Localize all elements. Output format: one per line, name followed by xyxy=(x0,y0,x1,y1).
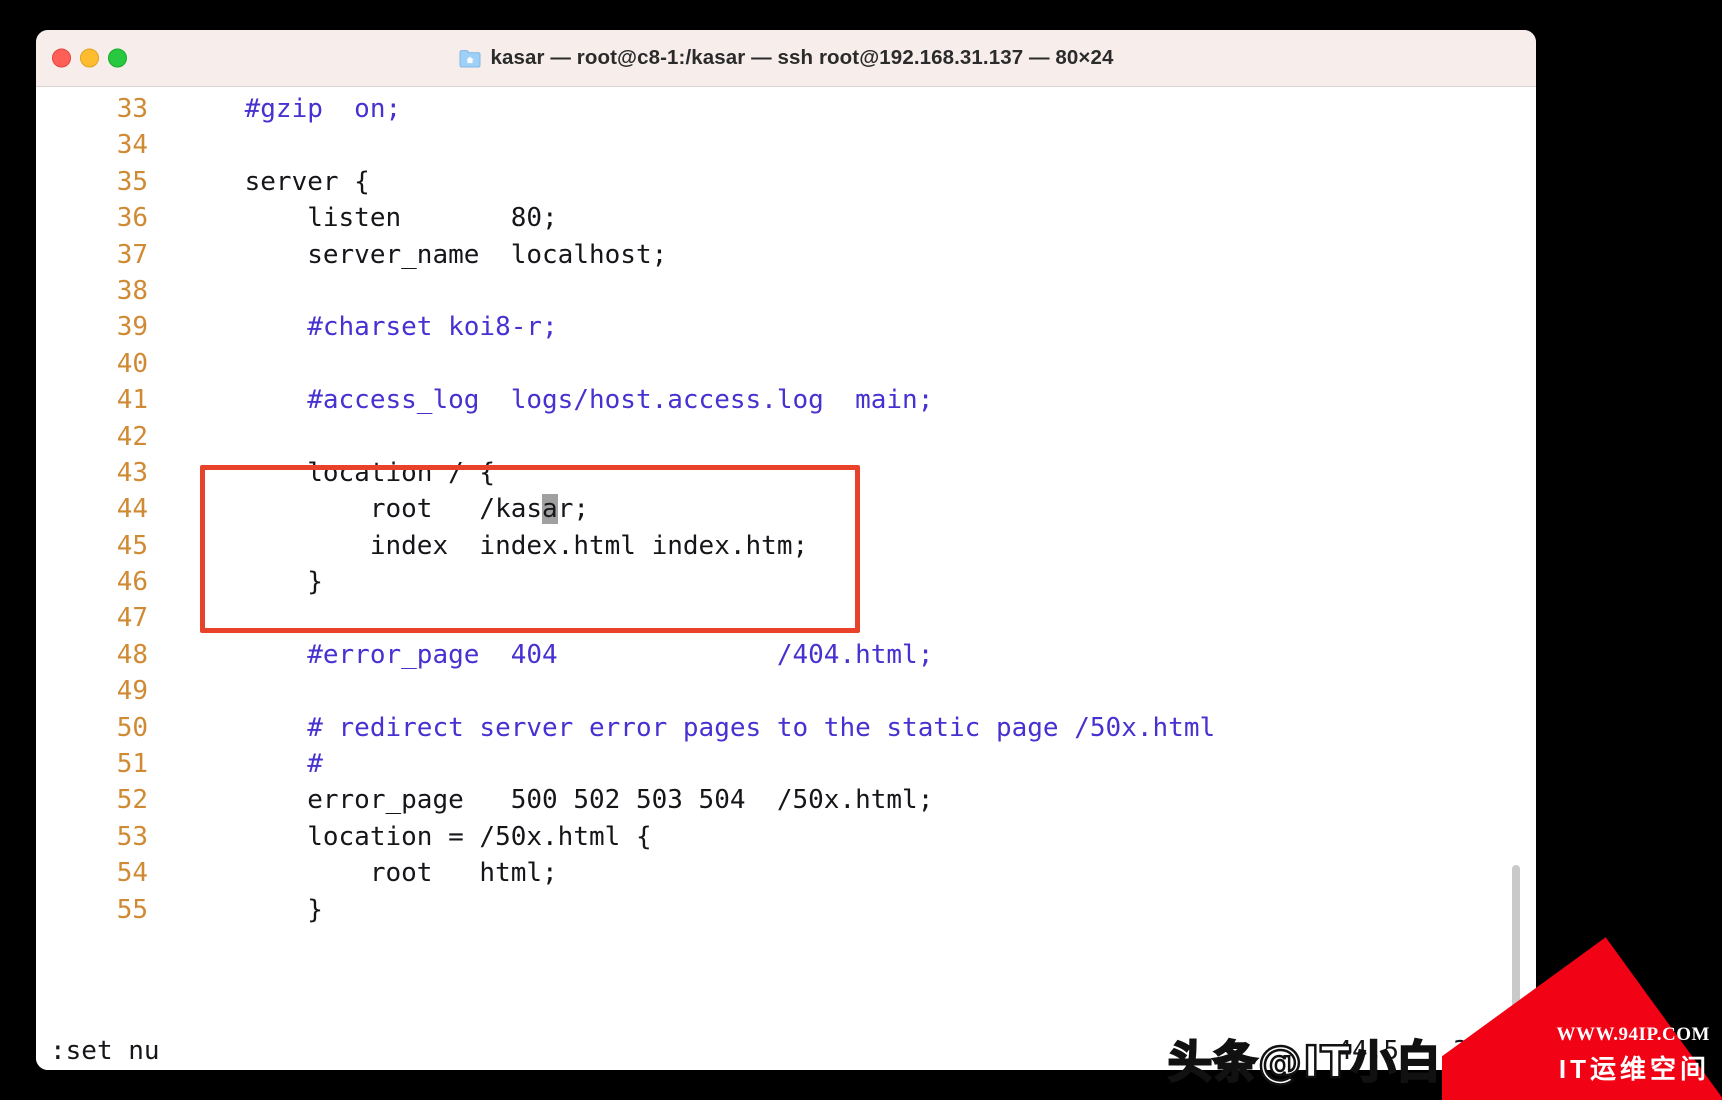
code-text: index index.html index.htm; xyxy=(182,530,809,561)
code-line: 40 xyxy=(36,346,1536,382)
code-line: 46 } xyxy=(36,564,1536,600)
code-line: 37 server_name localhost; xyxy=(36,237,1536,273)
code-text: #gzip on; xyxy=(182,94,402,124)
line-number: 48 xyxy=(116,639,148,670)
close-window-button[interactable] xyxy=(52,48,71,68)
vim-scroll-percent: 34% xyxy=(1453,1036,1500,1066)
vim-command-text: :set nu xyxy=(50,1036,160,1066)
line-number: 40 xyxy=(116,348,148,379)
vim-cursor-position: 44,5 xyxy=(1336,1036,1400,1066)
code-text: location = /50x.html { xyxy=(182,821,652,852)
code-line: 55 } xyxy=(36,892,1536,928)
maximize-window-button[interactable] xyxy=(108,48,127,68)
line-number: 38 xyxy=(116,275,148,306)
code-text: #error_page 404 /404.html; xyxy=(182,639,934,670)
code-line: 48 #error_page 404 /404.html; xyxy=(36,637,1536,673)
window-title-bar[interactable]: kasar — root@c8-1:/kasar — ssh root@192.… xyxy=(36,30,1536,87)
code-line: 38 xyxy=(36,273,1536,309)
line-number: 47 xyxy=(116,603,148,634)
line-number: 34 xyxy=(116,130,148,161)
terminal-code-area[interactable]: 33 #gzip on; 34 35 server {36 listen 80; 37… xyxy=(36,87,1536,1070)
code-line: 45 index index.html index.htm; xyxy=(36,528,1536,564)
line-number: 53 xyxy=(116,821,148,852)
code-text: listen 80; xyxy=(182,203,558,234)
line-number: 43 xyxy=(116,457,148,488)
line-number: 54 xyxy=(116,858,148,889)
code-text: } xyxy=(182,894,323,925)
code-line: 42 xyxy=(36,419,1536,455)
code-text: root html; xyxy=(182,858,558,889)
line-number: 55 xyxy=(116,894,148,925)
badge-brand-name: IT运维空间 xyxy=(1558,1054,1710,1084)
line-number: 52 xyxy=(116,785,148,816)
code-text: } xyxy=(182,567,323,598)
badge-site-url: WWW.94IP.COM xyxy=(1556,1024,1710,1045)
code-text: #access_log logs/host.access.log main; xyxy=(182,385,934,416)
line-number: 39 xyxy=(116,312,148,343)
line-number: 42 xyxy=(116,421,148,452)
code-text: root /kasar; xyxy=(182,494,589,525)
window-title-text: kasar — root@c8-1:/kasar — ssh root@192.… xyxy=(490,46,1114,69)
code-line-list: 33 #gzip on; 34 35 server {36 listen 80; 37… xyxy=(36,91,1536,928)
window-title-group: kasar — root@c8-1:/kasar — ssh root@192.… xyxy=(459,46,1114,70)
folder-home-icon xyxy=(459,49,481,68)
code-line: 47 xyxy=(36,600,1536,636)
line-number: 50 xyxy=(116,712,148,743)
code-line: 35 server { xyxy=(36,164,1536,200)
text-cursor: a xyxy=(542,494,558,525)
minimize-window-button[interactable] xyxy=(80,48,99,68)
code-line: 43 location / { xyxy=(36,455,1536,491)
code-line: 53 location = /50x.html { xyxy=(36,819,1536,855)
line-number: 44 xyxy=(116,494,148,525)
code-line: 50 # redirect server error pages to the … xyxy=(36,710,1536,746)
line-number: 36 xyxy=(116,203,148,234)
code-line: 39 #charset koi8-r; xyxy=(36,309,1536,345)
code-line: 41 #access_log logs/host.access.log main… xyxy=(36,382,1536,418)
code-text: location / { xyxy=(182,457,496,488)
code-line: 33 #gzip on; xyxy=(36,91,1536,127)
line-number: 37 xyxy=(116,239,148,270)
code-line: 36 listen 80; xyxy=(36,200,1536,236)
window-traffic-lights xyxy=(52,48,127,68)
code-line: 44 root /kasar; xyxy=(36,491,1536,527)
code-line: 52 error_page 500 502 503 504 /50x.html; xyxy=(36,782,1536,818)
terminal-window: kasar — root@c8-1:/kasar — ssh root@192.… xyxy=(36,30,1536,1070)
line-number: 51 xyxy=(116,749,148,780)
code-text: error_page 500 502 503 504 /50x.html; xyxy=(182,785,934,816)
line-number: 33 xyxy=(116,94,148,124)
line-number: 45 xyxy=(116,530,148,561)
code-text: #charset koi8-r; xyxy=(182,312,558,343)
code-line: 54 root html; xyxy=(36,855,1536,891)
vim-status-right: 44,5 34% xyxy=(1336,1036,1536,1066)
code-text: server_name localhost; xyxy=(182,239,668,270)
line-number: 35 xyxy=(116,166,148,197)
code-text: server { xyxy=(182,166,370,197)
vertical-scrollbar-track[interactable] xyxy=(1512,147,1528,1070)
code-line: 49 xyxy=(36,673,1536,709)
code-line: 51 # xyxy=(36,746,1536,782)
code-line: 34 xyxy=(36,127,1536,163)
line-number: 49 xyxy=(116,676,148,707)
line-number: 46 xyxy=(116,567,148,598)
line-number: 41 xyxy=(116,385,148,416)
code-text: # xyxy=(182,749,323,780)
vim-status-line: :set nu 44,5 34% xyxy=(36,1031,1536,1070)
code-text: # redirect server error pages to the sta… xyxy=(182,712,1216,743)
